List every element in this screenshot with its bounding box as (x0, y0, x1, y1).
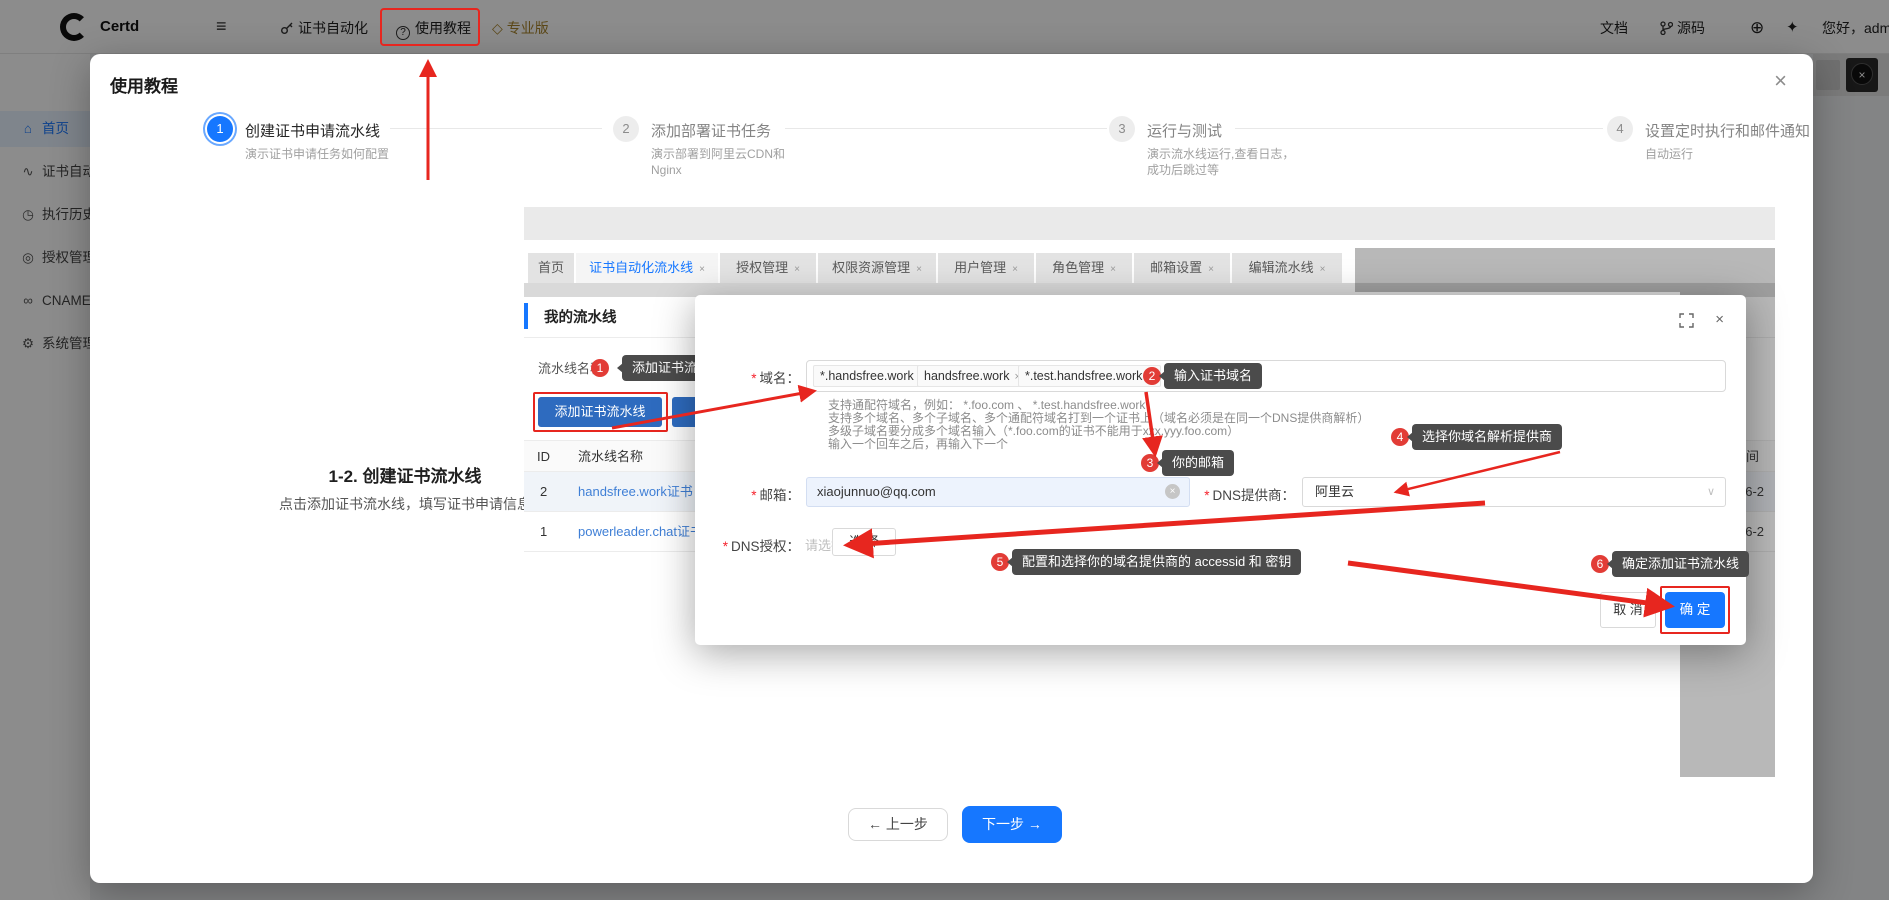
modal-close-icon[interactable]: × (1774, 68, 1787, 94)
row-id: 1 (540, 512, 547, 552)
tab-permission[interactable]: 权限资源管理× (818, 253, 936, 283)
annotation-tooltip-2: 输入证书域名 (1164, 363, 1262, 389)
step-connector (785, 128, 1107, 129)
col-id: ID (537, 441, 550, 473)
tab-home[interactable]: 首页 (528, 253, 574, 283)
step-3-title: 运行与测试 (1147, 120, 1222, 141)
modal-title: 使用教程 (110, 72, 178, 97)
add-pipeline-dialog: × *域名： *.handsfree.work× handsfree.work×… (695, 295, 1746, 645)
next-step-button[interactable]: 下一步 → (962, 806, 1062, 843)
step-3-circle: 3 (1109, 116, 1135, 142)
row-pipeline-link[interactable]: handsfree.work证书 (578, 472, 693, 512)
fullscreen-icon[interactable] (1679, 313, 1694, 328)
step-2-title: 添加部署证书任务 (651, 120, 771, 141)
annotation-tooltip-4: 选择你域名解析提供商 (1412, 424, 1562, 450)
tab-cert-pipeline[interactable]: 证书自动化流水线× (576, 253, 718, 283)
tab-close-icon[interactable]: × (1110, 264, 1116, 275)
dns-auth-select-button[interactable]: 选 择 (832, 528, 896, 556)
domain-tag[interactable]: *.test.handsfree.work× (1018, 365, 1161, 387)
row-id: 2 (540, 472, 547, 512)
step-2-desc: 演示部署到阿里云CDN和Nginx (651, 146, 801, 178)
tutorial-note-title: 1-2. 创建证书流水线 (240, 462, 570, 487)
tab-edit-pipeline[interactable]: 编辑流水线× (1232, 253, 1342, 283)
domain-help-line: 输入一个回车之后，再输入下一个 (828, 435, 1008, 452)
tab-close-icon[interactable]: × (794, 264, 800, 275)
tutorial-modal: 使用教程 × 1 创建证书申请流水线 演示证书申请任务如何配置 2 添加部署证书… (90, 54, 1813, 883)
step-3-desc: 演示流水线运行,查看日志，成功后跳过等 (1147, 146, 1297, 178)
screenshot-header-strip (524, 207, 1775, 240)
tab-close-icon[interactable]: × (1208, 264, 1214, 275)
step-connector (1235, 128, 1603, 129)
tab-close-icon[interactable]: × (699, 264, 705, 275)
step-4-title: 设置定时执行和邮件通知 (1645, 120, 1810, 141)
dimmed-region (1355, 248, 1775, 292)
annotation-red-box-tutorial (380, 8, 480, 46)
dns-auth-label: *DNS授权： (715, 535, 800, 555)
col-name: 流水线名称 (578, 441, 643, 473)
tab-roles[interactable]: 角色管理× (1036, 253, 1132, 283)
domain-tag[interactable]: *.handsfree.work× (813, 365, 932, 387)
panel-accent-bar (524, 303, 528, 329)
annotation-tooltip-6: 确定添加证书流水线 (1612, 551, 1749, 577)
row-pipeline-link[interactable]: powerleader.chat证书 (578, 512, 703, 552)
email-label: *邮箱： (715, 484, 800, 504)
annotation-tooltip-3: 你的邮箱 (1162, 450, 1234, 476)
panel-title: 我的流水线 (544, 306, 617, 327)
step-2-circle: 2 (613, 116, 639, 142)
step-4-circle: 4 (1607, 116, 1633, 142)
tab-auth[interactable]: 授权管理× (720, 253, 816, 283)
annotation-red-box-add-button (533, 392, 668, 432)
tab-close-icon[interactable]: × (916, 264, 922, 275)
step-1-title: 创建证书申请流水线 (245, 120, 380, 141)
cancel-button[interactable]: 取 消 (1600, 592, 1656, 628)
dialog-close-icon[interactable]: × (1715, 311, 1724, 328)
tab-email[interactable]: 邮箱设置× (1134, 253, 1230, 283)
tab-close-icon[interactable]: × (1320, 264, 1326, 275)
tab-users[interactable]: 用户管理× (938, 253, 1034, 283)
domain-label: *域名： (715, 367, 800, 387)
annotation-red-box-ok-button (1660, 586, 1730, 634)
chevron-down-icon: ∨ (1707, 478, 1715, 506)
dns-provider-label: *DNS提供商： (1185, 484, 1295, 504)
annotation-badge-1: 1 (591, 359, 609, 377)
clear-input-icon[interactable]: × (1165, 484, 1180, 499)
annotation-tooltip-5: 配置和选择你的域名提供商的 accessid 和 密钥 (1012, 549, 1301, 575)
prev-step-button[interactable]: ← 上一步 (848, 808, 948, 841)
dns-provider-select[interactable]: 阿里云∨ (1302, 477, 1726, 507)
domain-tag[interactable]: handsfree.work× (917, 365, 1028, 387)
tab-close-icon[interactable]: × (1012, 264, 1018, 275)
email-field[interactable]: xiaojunnuo@qq.com (806, 477, 1190, 507)
step-1-desc: 演示证书申请任务如何配置 (245, 146, 395, 162)
step-4-desc: 自动运行 (1645, 146, 1795, 162)
step-connector (390, 128, 602, 129)
step-1-circle: 1 (207, 116, 233, 142)
